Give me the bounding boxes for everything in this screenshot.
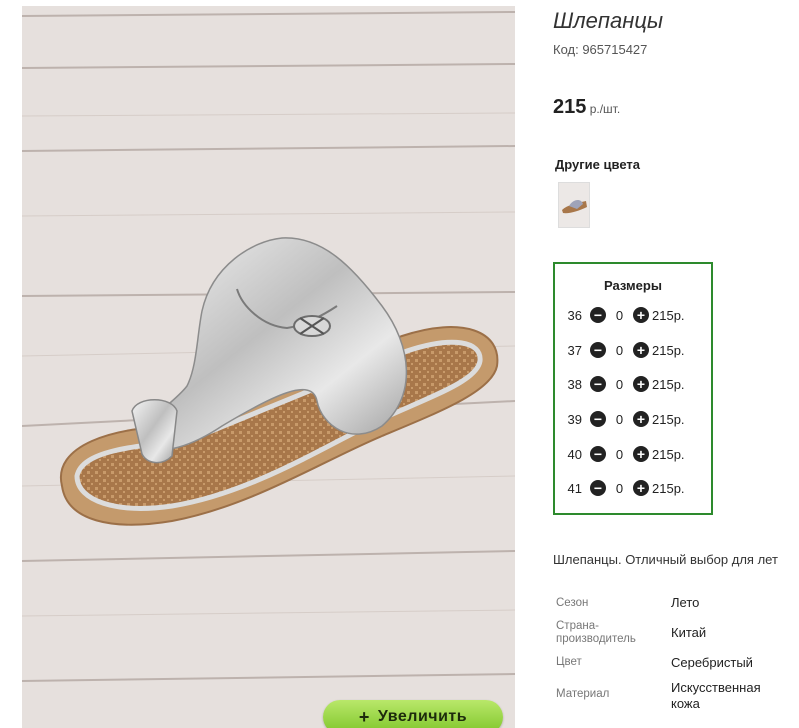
minus-icon[interactable]: − <box>590 376 606 392</box>
size-row: 36 − 0 + 215р. <box>555 305 685 325</box>
product-photo[interactable]: + Увеличить <box>22 6 515 728</box>
plus-icon[interactable]: + <box>633 376 649 392</box>
size-row: 41 − 0 + 215р. <box>555 478 685 498</box>
size-row: 37 − 0 + 215р. <box>555 340 685 360</box>
size-price: 215р. <box>652 342 685 358</box>
quantity-value: 0 <box>615 376 624 392</box>
quantity-value: 0 <box>615 307 624 323</box>
plus-icon: + <box>358 706 370 727</box>
size-row: 40 − 0 + 215р. <box>555 444 685 464</box>
size-label: 37 <box>567 342 582 358</box>
color-variant-thumbnail[interactable] <box>558 182 590 228</box>
minus-icon[interactable]: − <box>590 446 606 462</box>
property-name: Материал <box>556 688 610 700</box>
product-title: Шлепанцы <box>553 8 664 33</box>
size-price: 215р. <box>652 307 685 323</box>
product-description: Шлепанцы. Отличный выбор для лет <box>553 552 778 567</box>
plus-icon[interactable]: + <box>633 342 649 358</box>
property-value: Искусственная кожа <box>671 680 761 711</box>
sandal-image <box>22 6 515 728</box>
property-value: Лето <box>671 595 700 610</box>
plus-icon[interactable]: + <box>633 411 649 427</box>
sizes-title: Размеры <box>604 278 662 293</box>
size-row: 38 − 0 + 215р. <box>555 374 685 394</box>
property-name: Страна- производитель <box>556 620 636 645</box>
minus-icon[interactable]: − <box>590 480 606 496</box>
price-value: 215 <box>553 96 587 118</box>
price-unit: р./шт. <box>586 102 621 116</box>
size-price: 215р. <box>652 446 685 462</box>
quantity-value: 0 <box>615 411 624 427</box>
minus-icon[interactable]: − <box>590 411 606 427</box>
quantity-value: 0 <box>615 342 624 358</box>
product-code: Код: 965715427 <box>553 42 648 57</box>
property-value: Серебристый <box>671 655 753 670</box>
quantity-value: 0 <box>615 446 624 462</box>
size-row: 39 − 0 + 215р. <box>555 409 685 429</box>
plus-icon[interactable]: + <box>633 446 649 462</box>
property-name: Сезон <box>556 597 589 609</box>
product-price: 215 р./шт. <box>553 96 620 119</box>
size-price: 215р. <box>652 376 685 392</box>
size-label: 40 <box>567 446 582 462</box>
plus-icon[interactable]: + <box>633 480 649 496</box>
property-value: Китай <box>671 625 707 640</box>
plus-icon[interactable]: + <box>633 307 649 323</box>
size-price: 215р. <box>652 480 685 496</box>
property-name: Цвет <box>556 656 582 668</box>
buckle-ornament <box>293 315 331 337</box>
other-colors-title: Другие цвета <box>555 157 640 172</box>
size-label: 36 <box>567 307 582 323</box>
zoom-button[interactable]: + Увеличить <box>323 700 503 728</box>
zoom-button-label: Увеличить <box>377 708 468 725</box>
sizes-panel: Размеры 36 − 0 + 215р. 37 − 0 + 215р. 38… <box>553 262 713 515</box>
size-label: 38 <box>567 376 582 392</box>
sandal-thumbnail-image <box>559 183 589 227</box>
size-label: 41 <box>567 480 582 496</box>
minus-icon[interactable]: − <box>590 307 606 323</box>
minus-icon[interactable]: − <box>590 342 606 358</box>
size-price: 215р. <box>652 411 685 427</box>
quantity-value: 0 <box>615 480 624 496</box>
size-label: 39 <box>567 411 582 427</box>
